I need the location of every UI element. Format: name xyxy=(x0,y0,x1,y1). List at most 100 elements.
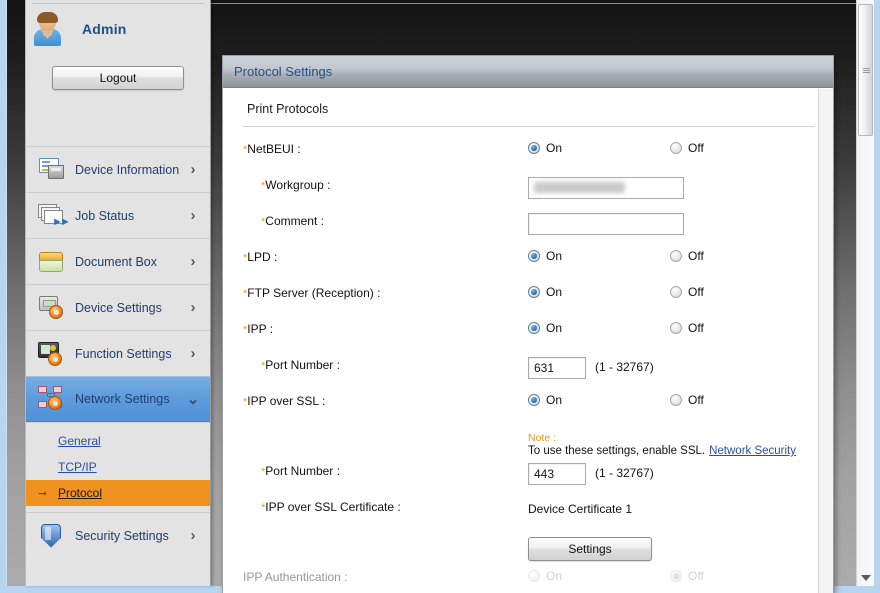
sidebar-item-device-information[interactable]: Device Information › xyxy=(26,146,210,192)
sidebar-item-job-status[interactable]: ►► Job Status › xyxy=(26,192,210,238)
row-control: On Off xyxy=(528,283,815,299)
radio-selected-icon xyxy=(528,142,540,154)
note-title: Note : xyxy=(528,432,557,444)
sidebar-item-label: Device Settings xyxy=(75,300,162,315)
row-label: *FTP Server (Reception) : xyxy=(243,286,381,300)
document-box-icon xyxy=(37,248,67,276)
sidebar-submenu: General TCP/IP ➞ Protocol xyxy=(26,422,210,512)
row-control: On Off xyxy=(528,391,815,407)
ipp-ssl-port-range-hint: (1 - 32767) xyxy=(595,466,654,480)
ipp-over-ssl-off-radio[interactable]: Off xyxy=(670,393,704,407)
sidebar-menu: Device Information › ►► Job Status › Doc… xyxy=(26,146,210,558)
ipp-ssl-certificate-value: Device Certificate 1 xyxy=(528,502,633,516)
sidebar-item-protocol[interactable]: ➞ Protocol xyxy=(26,480,210,506)
radio-unselected-icon xyxy=(670,286,682,298)
radio-label: On xyxy=(546,249,563,263)
device-information-icon xyxy=(37,156,67,184)
sidebar-item-general[interactable]: General xyxy=(26,428,210,454)
sidebar-item-label: Job Status xyxy=(75,208,135,223)
row-control: Device Certificate 1 xyxy=(528,497,815,516)
chevron-down-icon: ⌄ xyxy=(186,391,200,408)
netbeui-radio-group: On Off xyxy=(528,141,815,155)
function-settings-icon xyxy=(37,340,67,368)
radio-label: Off xyxy=(688,321,704,335)
chevron-right-icon: › xyxy=(190,345,196,362)
scrollbar-thumb[interactable] xyxy=(858,4,873,136)
ftp-server-radio-group: On Off xyxy=(528,285,815,299)
sidebar-item-device-settings[interactable]: Device Settings › xyxy=(26,284,210,330)
radio-unselected-icon xyxy=(528,570,540,582)
ipp-over-ssl-on-radio[interactable]: On xyxy=(528,393,670,407)
row-label: *LPD : xyxy=(243,250,278,264)
row-certificate-settings-button: Settings xyxy=(243,527,815,567)
row-control: (1 - 32767) xyxy=(528,461,815,485)
chevron-right-icon: › xyxy=(190,207,196,224)
row-label: *IPP : xyxy=(243,322,274,336)
ipp-port-input[interactable] xyxy=(528,357,586,379)
row-workgroup: *Workgroup : xyxy=(243,175,815,211)
radio-label: Off xyxy=(688,285,704,299)
network-settings-icon xyxy=(37,385,67,413)
comment-input[interactable] xyxy=(528,213,684,235)
netbeui-on-radio[interactable]: On xyxy=(528,141,670,155)
security-settings-icon xyxy=(37,522,67,550)
row-label: *Port Number : xyxy=(261,464,340,478)
radio-label: Off xyxy=(688,393,704,407)
row-ftp-server: *FTP Server (Reception) : On Off xyxy=(243,283,815,319)
chevron-right-icon: › xyxy=(190,527,196,544)
redacted-value xyxy=(534,182,625,193)
netbeui-off-radio[interactable]: Off xyxy=(670,141,704,155)
ipp-off-radio[interactable]: Off xyxy=(670,321,704,335)
row-label: *Comment : xyxy=(261,214,324,228)
row-label: *IPP over SSL : xyxy=(243,394,326,408)
ipp-on-radio[interactable]: On xyxy=(528,321,670,335)
row-ipp-ssl-port-number: *Port Number : (1 - 32767) xyxy=(243,461,815,497)
panel-scrollbar[interactable] xyxy=(818,89,833,593)
row-control: Settings xyxy=(528,527,815,561)
window-left-edge xyxy=(0,0,7,593)
radio-label: On xyxy=(546,321,563,335)
chevron-right-icon: › xyxy=(190,253,196,270)
section-divider xyxy=(243,126,815,127)
ftp-server-on-radio[interactable]: On xyxy=(528,285,670,299)
lpd-on-radio[interactable]: On xyxy=(528,249,670,263)
row-label-spacer xyxy=(243,527,528,530)
protocol-settings-panel: Protocol Settings Print Protocols *NetBE… xyxy=(222,55,834,593)
certificate-settings-button[interactable]: Settings xyxy=(528,537,652,561)
sidebar-item-tcpip[interactable]: TCP/IP xyxy=(26,454,210,480)
row-control: (1 - 32767) xyxy=(528,355,815,379)
device-settings-icon xyxy=(37,294,67,322)
workgroup-input[interactable] xyxy=(528,177,684,199)
row-label: *Port Number : xyxy=(261,358,340,372)
user-panel: Admin xyxy=(26,4,210,54)
row-ipp-authentication: IPP Authentication : On Off xyxy=(243,567,815,593)
row-label-spacer xyxy=(243,427,528,430)
job-status-icon: ►► xyxy=(37,202,71,230)
row-ssl-note: Note : To use these settings, enable SSL… xyxy=(243,427,815,461)
sidebar-item-document-box[interactable]: Document Box › xyxy=(26,238,210,284)
sidebar: Admin Logout Device Information › ►► Job… xyxy=(25,0,211,586)
sidebar-submenu-label[interactable]: TCP/IP xyxy=(58,460,97,474)
row-ipp-ssl-certificate: *IPP over SSL Certificate : Device Certi… xyxy=(243,497,815,527)
sidebar-submenu-label[interactable]: General xyxy=(58,434,101,448)
ipp-authentication-off-radio[interactable]: Off xyxy=(670,569,704,583)
sidebar-item-function-settings[interactable]: Function Settings › xyxy=(26,330,210,376)
sidebar-item-network-settings[interactable]: Network Settings ⌄ xyxy=(26,376,210,422)
scroll-down-arrow-icon[interactable] xyxy=(861,575,871,581)
sidebar-item-label: Device Information xyxy=(75,162,180,177)
user-avatar-icon xyxy=(32,12,64,46)
radio-label: On xyxy=(546,569,563,583)
logout-button[interactable]: Logout xyxy=(52,66,184,90)
network-security-link[interactable]: Network Security xyxy=(709,445,796,457)
radio-selected-icon xyxy=(528,286,540,298)
sidebar-item-security-settings[interactable]: Security Settings › xyxy=(26,512,210,558)
lpd-off-radio[interactable]: Off xyxy=(670,249,704,263)
ipp-ssl-port-input[interactable] xyxy=(528,463,586,485)
ipp-authentication-on-radio[interactable]: On xyxy=(528,569,670,583)
ftp-server-off-radio[interactable]: Off xyxy=(670,285,704,299)
row-control: On Off xyxy=(528,567,815,583)
row-netbeui: *NetBEUI : On Off xyxy=(243,139,815,175)
sidebar-submenu-label[interactable]: Protocol xyxy=(58,486,102,500)
window-vertical-scrollbar[interactable] xyxy=(856,0,874,586)
row-ipp-port-number: *Port Number : (1 - 32767) xyxy=(243,355,815,391)
